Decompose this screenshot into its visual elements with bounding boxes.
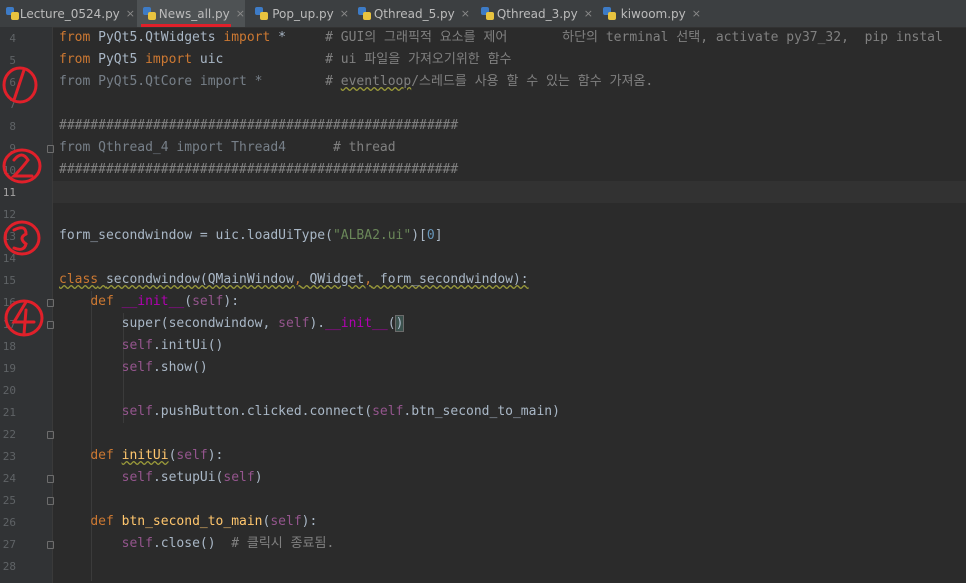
tab-label: Qthread_5.py: [373, 6, 455, 21]
code-line-5: from PyQt5 import uic # ui 파일을 가져오기위한 함수: [59, 52, 512, 67]
line-number: 26: [2, 516, 16, 529]
code-line-16: def __init__(self):: [90, 294, 240, 309]
line-number: 20: [2, 384, 16, 397]
line-number: 28: [2, 560, 16, 573]
code-line-23: def initUi(self):: [90, 448, 224, 463]
python-file-icon: [255, 6, 268, 21]
code-line-17: super(secondwindow, self).__init__(): [59, 315, 405, 332]
python-file-icon: [6, 6, 19, 21]
handwritten-annotations: [2, 66, 44, 337]
code-line-21: self.pushButton.clicked.connect(self.btn…: [121, 404, 560, 419]
circled-number-1-icon: [12, 68, 26, 102]
tab-news-all[interactable]: News_all.py ×: [137, 0, 245, 27]
line-number: 21: [2, 406, 16, 419]
code-line-4: from PyQt5.QtWidgets import * # GUI의 그래픽…: [59, 30, 943, 45]
code-line-9: from Qthread_4 import Thread4 # thread: [59, 140, 396, 155]
line-number: 27: [2, 538, 16, 551]
code-line-10: ########################################…: [59, 162, 459, 177]
code-line-27: self.close() # 클릭시 종료됨.: [121, 536, 335, 551]
circled-number-2-icon: [10, 153, 34, 178]
tab-label: kiwoom.py: [620, 6, 686, 21]
current-line-highlight: [53, 181, 966, 203]
circled-number-4-icon: [11, 300, 36, 336]
line-number: 19: [2, 362, 16, 375]
code-line-19: self.show(): [121, 360, 208, 375]
editor-tab-bar: Lecture_0524.py × News_all.py × Pop_up.p…: [0, 0, 966, 28]
python-file-icon: [358, 6, 371, 21]
code-line-13: form_secondwindow = uic.loadUiType("ALBA…: [59, 228, 443, 243]
tab-pop-up[interactable]: Pop_up.py ×: [249, 0, 349, 27]
code-line-18: self.initUi(): [121, 338, 224, 353]
python-file-icon: [143, 6, 156, 21]
code-line-26: def btn_second_to_main(self):: [90, 514, 318, 529]
close-icon[interactable]: ×: [126, 7, 135, 20]
circled-number-3-icon: [12, 226, 28, 251]
code-line-8: ########################################…: [59, 118, 459, 133]
close-icon[interactable]: ×: [461, 7, 470, 20]
line-number: 22: [2, 428, 16, 441]
code-line-15: class secondwindow(QMainWindow, QWidget,…: [59, 272, 529, 287]
close-icon[interactable]: ×: [584, 7, 593, 20]
tab-qthread-5[interactable]: Qthread_5.py ×: [352, 0, 470, 27]
python-file-icon: [481, 6, 494, 21]
tab-kiwoom[interactable]: kiwoom.py ×: [597, 0, 701, 27]
tab-label: Qthread_3.py: [496, 6, 578, 21]
tab-label: News_all.py: [158, 6, 230, 21]
line-number: 23: [2, 450, 16, 463]
line-number: 24: [2, 472, 16, 485]
close-icon[interactable]: ×: [340, 7, 349, 20]
line-number: 4: [9, 32, 16, 45]
tab-qthread-3[interactable]: Qthread_3.py ×: [475, 0, 593, 27]
line-number: 25: [2, 494, 16, 507]
tab-label: Lecture_0524.py: [19, 6, 120, 21]
tab-label: Pop_up.py: [272, 6, 334, 21]
close-icon[interactable]: ×: [692, 7, 701, 20]
tab-lecture-0524[interactable]: Lecture_0524.py ×: [0, 0, 135, 27]
code-line-6: from PyQt5.QtCore import * # eventloop/스…: [59, 74, 654, 89]
close-icon[interactable]: ×: [236, 7, 245, 20]
code-editor[interactable]: from PyQt5.QtWidgets import * # GUI의 그래픽…: [53, 27, 966, 583]
code-line-24: self.setupUi(self): [121, 470, 263, 485]
python-file-icon: [603, 6, 617, 21]
